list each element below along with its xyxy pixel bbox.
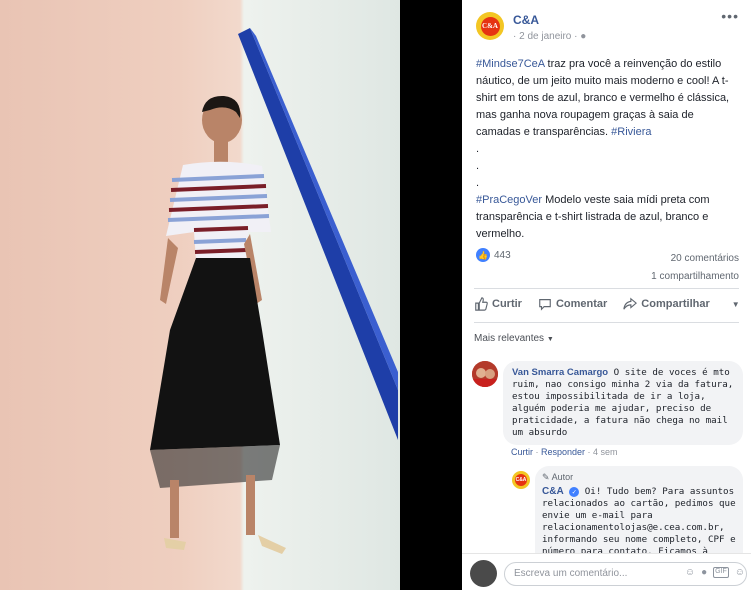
comment-bubble: Van Smarra Camargo O site de voces é mto… — [503, 361, 743, 445]
commenter-avatar[interactable] — [472, 361, 498, 387]
comment-sort-dropdown[interactable]: Mais relevantes ▼ — [474, 333, 554, 344]
page-avatar[interactable]: C&A — [476, 12, 504, 40]
chevron-down-icon[interactable]: ▼ — [732, 300, 740, 309]
comment-time[interactable]: 4 sem — [593, 447, 618, 457]
fashion-photo — [150, 28, 398, 554]
like-reaction-icon: 👍 — [476, 248, 490, 262]
post-text: #Mindse7CeA traz pra você a reinvenção d… — [476, 56, 741, 243]
commenter-name[interactable]: Van Smarra Camargo — [512, 367, 608, 378]
verified-icon: ✓ — [569, 486, 580, 497]
avatar-image — [472, 361, 498, 387]
divider — [474, 288, 739, 289]
comment-composer: Escreva um comentário... ☺ ● GIF ☺ — [462, 553, 751, 590]
shares-count[interactable]: 1 compartilhamento — [651, 268, 739, 286]
like-button[interactable]: Curtir — [474, 297, 522, 311]
hashtag-link[interactable]: #Mindse7CeA — [476, 58, 545, 70]
post-photo[interactable] — [0, 0, 400, 590]
reply-author-name[interactable]: C&A — [542, 486, 564, 497]
reactions-summary[interactable]: 👍 443 — [476, 248, 511, 262]
pencil-icon: ✎ — [542, 472, 550, 482]
like-label: Curtir — [492, 298, 522, 310]
author-badge: ✎ Autor — [542, 471, 736, 483]
globe-icon: ● — [580, 31, 587, 42]
post-panel: C&A C&A · 2 de janeiro · ● ••• #Mindse7C… — [462, 0, 751, 590]
thumbs-up-icon — [475, 297, 488, 311]
share-icon — [623, 297, 638, 310]
comment-icon — [539, 299, 551, 311]
post-date[interactable]: · 2 de janeiro · ● — [513, 31, 586, 42]
author-badge-label: Autor — [551, 472, 574, 482]
action-bar: Curtir Comentar Compartilhar ▼ — [474, 296, 740, 312]
reply-avatar[interactable]: C&A — [512, 471, 530, 489]
post-text-part: traz pra você a reinvenção do estilo náu… — [476, 58, 730, 138]
sticker-icon[interactable]: ☺ — [735, 567, 745, 578]
comment-actions: Curtir · Responder · 4 sem — [511, 447, 618, 457]
brand-logo-icon: C&A — [480, 16, 500, 36]
engagement-stats: 20 comentários 1 compartilhamento — [651, 250, 739, 286]
camera-icon[interactable]: ● — [701, 567, 707, 578]
composer-icons: ☺ ● GIF ☺ — [685, 567, 745, 578]
post-viewer: C&A C&A · 2 de janeiro · ● ••• #Mindse7C… — [0, 0, 751, 590]
emoji-icon[interactable]: ☺ — [685, 567, 695, 578]
hashtag-link[interactable]: #Riviera — [611, 126, 651, 138]
post-date-text: 2 de janeiro — [519, 31, 572, 42]
more-options-icon[interactable]: ••• — [721, 8, 739, 24]
reply-text: Oi! Tudo bem? Para assuntos relacionados… — [542, 486, 736, 557]
divider — [474, 322, 739, 323]
sort-label: Mais relevantes — [474, 333, 545, 344]
comments-count[interactable]: 20 comentários — [651, 250, 739, 268]
current-user-avatar[interactable] — [470, 560, 497, 587]
caret-down-icon: ▼ — [546, 336, 554, 343]
post-header: C&A C&A · 2 de janeiro · ● ••• — [462, 0, 751, 50]
dot-line: . — [476, 177, 480, 189]
hashtag-link[interactable]: #PraCegoVer — [476, 194, 542, 206]
dot-line: . — [476, 160, 480, 172]
share-label: Compartilhar — [641, 298, 710, 310]
share-button[interactable]: Compartilhar — [623, 297, 710, 311]
comment-label: Comentar — [555, 298, 608, 310]
page-name[interactable]: C&A — [513, 13, 539, 27]
brand-logo-icon: C&A — [515, 474, 527, 486]
comment-reply-link[interactable]: Responder — [541, 447, 585, 457]
likes-count: 443 — [494, 249, 511, 261]
comments-list: Van Smarra Camargo O site de voces é mto… — [462, 352, 751, 571]
gif-icon[interactable]: GIF — [713, 567, 729, 578]
dot-line: . — [476, 143, 480, 155]
comment-button[interactable]: Comentar — [538, 297, 607, 311]
comment-like-link[interactable]: Curtir — [511, 447, 533, 457]
